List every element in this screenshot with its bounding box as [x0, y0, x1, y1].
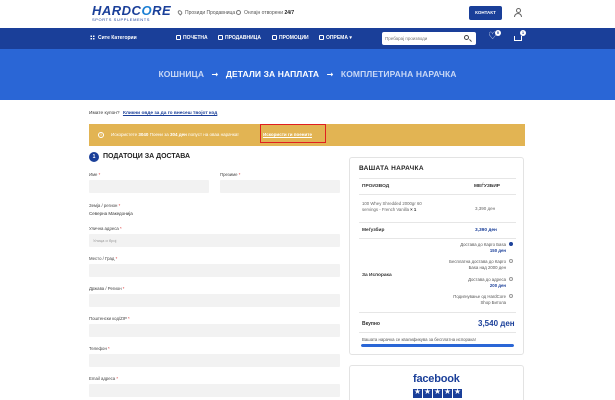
step-number-badge: 1	[89, 152, 99, 162]
main-nav: Сите Категории ПОЧЕТНА ПРОДАВНИЦА ПРОМОЦ…	[0, 28, 615, 49]
subtotal-label: Меѓузбир	[362, 228, 385, 233]
zip-field[interactable]	[89, 324, 340, 337]
coupon-prompt: Имате купон? Кликни овде за да го внесеш…	[89, 111, 218, 116]
order-product-price: 3,390 ден	[475, 206, 496, 211]
street-address-label: Улична адреса *	[89, 226, 122, 231]
email-field[interactable]	[89, 384, 340, 397]
last-name-field[interactable]	[220, 180, 340, 193]
search-icon[interactable]	[464, 35, 469, 40]
step-order-complete: КОМПЛЕТИРАНА НАРАЧКА	[340, 69, 457, 79]
step-billing-details: ДЕТАЛИ ЗА НАПЛАТА	[225, 69, 320, 79]
star-icon	[453, 387, 462, 398]
wishlist-count-badge: 0	[495, 30, 501, 36]
total-label: Вкупно	[362, 321, 380, 327]
last-name-label: Презиме *	[220, 172, 241, 177]
shipping-option-free-cargo[interactable]: Бесплатна достава до Карго Баѕа над 2000…	[449, 259, 513, 271]
shipping-option-pickup[interactable]: Подигнување од HardCore Shop Битола	[453, 294, 513, 306]
radio-icon[interactable]	[509, 277, 513, 281]
top-header: HARDCORE SPORTS SUPPLEMENTS Проѕиди Прод…	[0, 0, 615, 28]
checkout-steps: КОШНИЦА → ДЕТАЛИ ЗА НАПЛАТА → КОМПЛЕТИРА…	[0, 69, 615, 79]
grid-icon	[90, 35, 95, 40]
all-categories-menu[interactable]: Сите Категории	[90, 35, 137, 41]
phone-field[interactable]	[89, 354, 340, 367]
free-shipping-progress	[361, 344, 514, 347]
hardcore-logo[interactable]: HARDCORE SPORTS SUPPLEMENTS	[92, 3, 172, 23]
enter-coupon-link[interactable]: Кликни овде за да го внесеш твојот код	[123, 111, 217, 116]
shipping-details-heading: 1 ПОДАТОЦИ ЗА ДОСТАВА	[89, 152, 190, 162]
search-input[interactable]	[385, 34, 460, 43]
opening-hours: Онлајн отворени 24/7	[236, 10, 294, 16]
order-summary-card: ВАШАТА НАРАЧКА ПРОИЗВОД МЕЃУЗБИР 100 Whe…	[349, 157, 524, 355]
country-label: Земја / регион *	[89, 203, 121, 208]
logo-wordmark: HARDCORE	[92, 3, 172, 18]
clock-icon	[236, 10, 241, 16]
divider	[359, 312, 516, 313]
cart-count-badge: 1	[520, 30, 526, 36]
points-notice-text: Искористете 3040 Поени за 304 ден попуст…	[111, 132, 239, 137]
search-box	[382, 32, 476, 45]
highlight-box	[260, 124, 326, 143]
divider	[359, 194, 516, 195]
cart-icon[interactable]: 1	[513, 30, 526, 42]
total-value: 3,540 ден	[478, 319, 515, 328]
step-arrow-icon: →	[326, 70, 334, 79]
wishlist-heart-icon[interactable]: 0	[488, 30, 501, 42]
radio-selected-icon[interactable]	[509, 242, 513, 246]
radio-icon[interactable]	[509, 259, 513, 263]
product-column-header: ПРОИЗВОД	[362, 184, 390, 189]
divider	[359, 238, 516, 239]
star-icon	[423, 387, 432, 398]
zip-label: Поштенски код/ZIP *	[89, 316, 130, 321]
divider	[359, 332, 516, 333]
divider	[359, 178, 516, 179]
location-pin-icon	[176, 9, 184, 16]
email-label: Email адреса *	[89, 376, 119, 381]
user-account-icon[interactable]	[514, 8, 522, 17]
order-product-name: 100 Whey Shredded 2000gr 60 servings - Fr…	[362, 201, 422, 212]
shipping-option-cargo[interactable]: Достава до Карго Баѕа 150 ден	[460, 242, 513, 254]
nav-item-promotions[interactable]: ПРОМОЦИИ	[272, 35, 309, 41]
nav-item-shop[interactable]: ПРОДАВНИЦА	[218, 35, 261, 41]
shipping-option-address[interactable]: Достава до адреса 200 ден	[468, 277, 513, 289]
nav-item-home[interactable]: ПОЧЕТНА	[176, 35, 208, 41]
subtotal-column-header: МЕЃУЗБИР	[474, 184, 500, 189]
nav-item-equipment[interactable]: ОПРЕМА ▾	[319, 35, 352, 41]
city-field[interactable]	[89, 264, 340, 277]
free-shipping-note: Вашата нарачка се квалификува за бесплат…	[362, 337, 476, 342]
step-arrow-icon: →	[211, 70, 219, 79]
divider	[359, 222, 516, 223]
phone-label: Телефон *	[89, 346, 110, 351]
checkout-banner: КОШНИЦА → ДЕТАЛИ ЗА НАПЛАТА → КОМПЛЕТИРА…	[0, 49, 615, 100]
state-label: Држава / Регион *	[89, 286, 125, 291]
contact-button[interactable]: КОНТАКТ	[469, 6, 502, 20]
order-summary-title: ВАШАТА НАРАЧКА	[359, 165, 424, 172]
promo-icon	[272, 35, 277, 40]
star-icon	[433, 387, 442, 398]
home-icon	[176, 35, 181, 40]
state-field[interactable]	[89, 294, 340, 307]
facebook-reviews-card[interactable]: facebook	[349, 365, 524, 400]
street-address-field[interactable]: Улица и број	[89, 234, 340, 247]
rating-stars	[413, 385, 463, 398]
facebook-logo: facebook	[413, 373, 460, 385]
star-icon	[443, 387, 452, 398]
shop-icon	[218, 35, 223, 40]
shipping-label: За Испорака	[362, 273, 392, 278]
first-name-label: Име *	[89, 172, 101, 177]
country-value: Северна Македонија	[89, 211, 133, 216]
star-icon	[413, 387, 422, 398]
radio-icon[interactable]	[509, 294, 513, 298]
equipment-icon	[319, 35, 324, 40]
subtotal-value: 3,390 ден	[475, 228, 497, 233]
info-icon: !	[98, 132, 104, 138]
store-location[interactable]: Проѕиди Продавница	[176, 9, 235, 16]
step-cart[interactable]: КОШНИЦА	[158, 69, 204, 79]
first-name-field[interactable]	[89, 180, 209, 193]
city-label: Место / Град *	[89, 256, 118, 261]
progress-fill	[361, 344, 514, 347]
